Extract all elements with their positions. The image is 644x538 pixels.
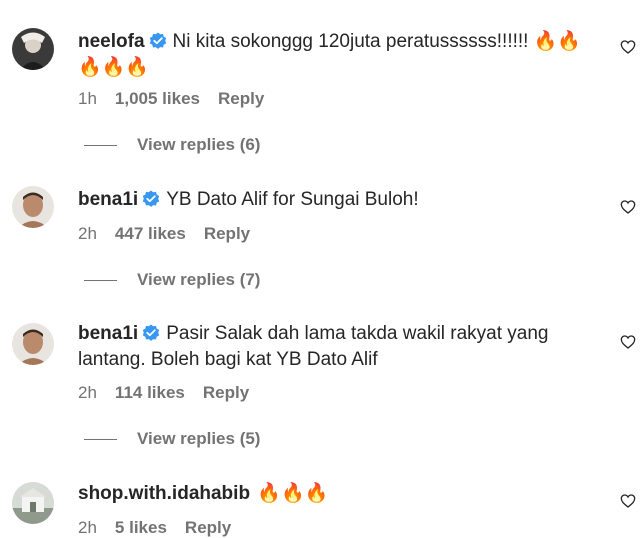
comment-item: shop.with.idahabib 🔥🔥🔥 2h 5 likes Reply <box>0 0 644 538</box>
comment-meta: 2h 5 likes Reply <box>78 518 231 538</box>
comment-time: 2h <box>78 518 97 537</box>
comment-likes[interactable]: 5 likes <box>115 518 167 538</box>
like-heart-icon[interactable] <box>620 493 636 509</box>
comment-body: shop.with.idahabib 🔥🔥🔥 <box>78 481 598 507</box>
avatar[interactable] <box>12 482 54 524</box>
reply-button[interactable]: Reply <box>185 518 231 538</box>
comment-username[interactable]: shop.with.idahabib <box>78 483 250 504</box>
comment-text: 🔥🔥🔥 <box>257 483 329 504</box>
